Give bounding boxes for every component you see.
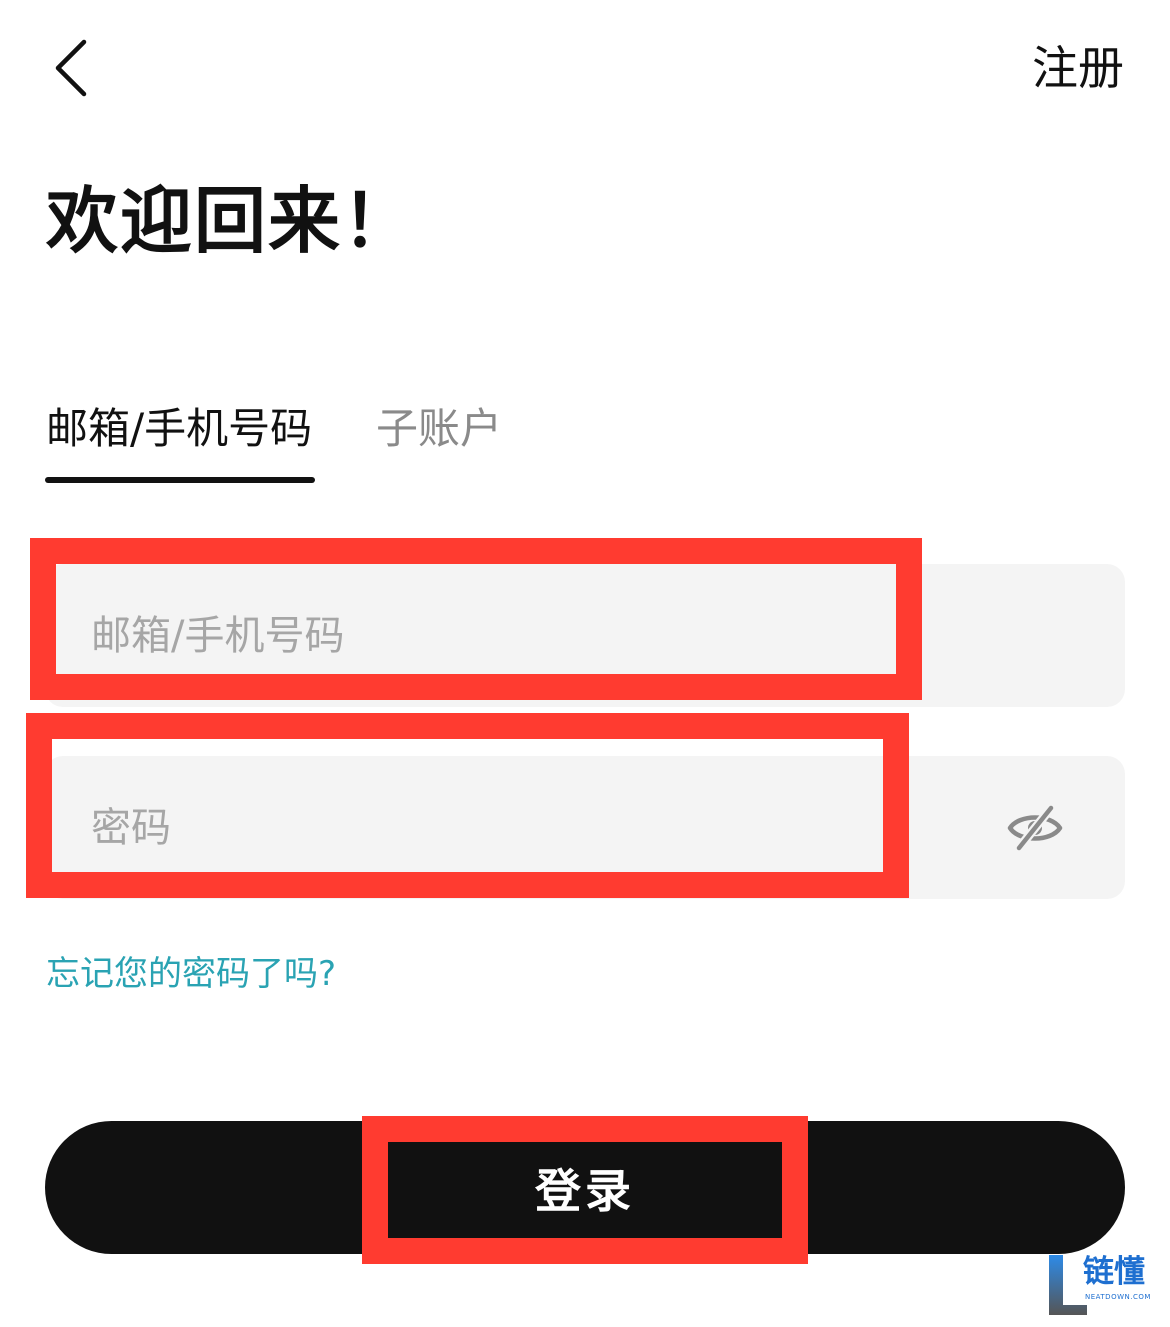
back-button[interactable] <box>44 36 104 100</box>
forgot-password-link[interactable]: 忘记您的密码了吗? <box>46 948 336 1000</box>
register-link[interactable]: 注册 <box>1032 38 1124 98</box>
tab-sub-account[interactable]: 子账户 <box>376 400 502 458</box>
active-tab-indicator <box>45 477 315 483</box>
page-title: 欢迎回来！ <box>46 179 417 263</box>
password-field-container <box>45 756 1125 899</box>
watermark-logo: 链懂 NEATDOWN.COM <box>1047 1253 1162 1317</box>
login-button[interactable]: 登录 <box>45 1121 1125 1254</box>
watermark-sub: NEATDOWN.COM <box>1085 1293 1151 1301</box>
watermark-brand: 链懂 <box>1083 1254 1145 1290</box>
email-input[interactable] <box>91 564 941 707</box>
password-input[interactable] <box>91 756 941 899</box>
chevron-left-icon <box>55 39 87 97</box>
eye-off-icon <box>1007 803 1063 853</box>
toggle-password-visibility[interactable] <box>1007 803 1063 853</box>
tab-email-phone[interactable]: 邮箱/手机号码 <box>46 400 312 458</box>
email-field-container <box>45 564 1125 707</box>
